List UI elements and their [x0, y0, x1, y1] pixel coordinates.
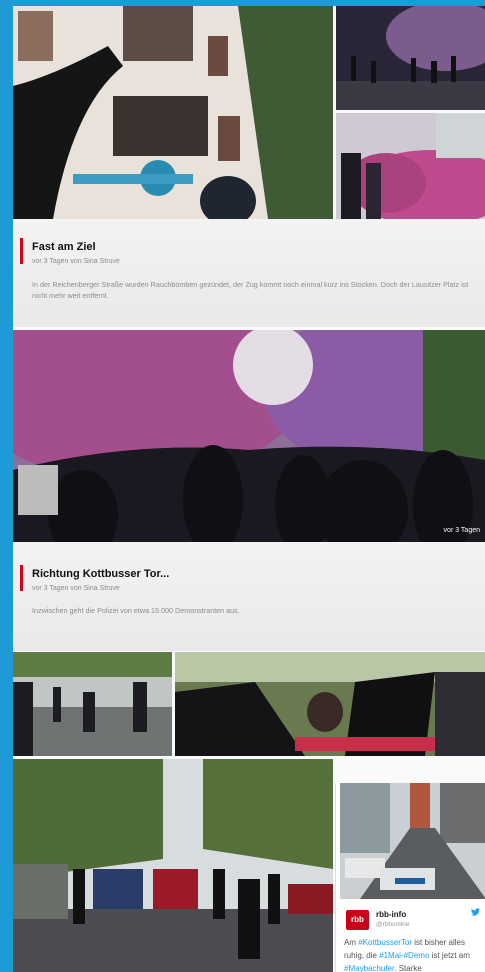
photo-police-vans[interactable] — [13, 759, 333, 972]
post-title[interactable]: Fast am Ziel — [32, 241, 96, 253]
tweet-author-handle[interactable]: @rbbonline — [376, 921, 409, 928]
post-meta: vor 3 Tagen von Sina Struve — [32, 258, 120, 265]
police-vans-photo — [13, 759, 333, 972]
photo-police-street[interactable] — [13, 652, 172, 756]
photo-black-flags[interactable] — [175, 652, 485, 756]
tweet-street-photo — [340, 783, 485, 899]
police-street-photo — [13, 652, 172, 756]
photo-crowd-smoke[interactable]: vor 3 Tagen — [13, 330, 485, 542]
black-flags-photo — [175, 652, 485, 756]
twitter-bird-icon[interactable] — [471, 908, 480, 918]
liveblog-feed: Fast am Ziel vor 3 Tagen von Sina Struve… — [13, 6, 485, 972]
photo-building-balcony[interactable] — [13, 6, 333, 219]
embedded-tweet[interactable]: rbb rbb-info @rbbonline Am #KottbusserTo… — [335, 783, 485, 972]
post-body: Inzwischen geht die Polizei von etwa 15.… — [32, 606, 240, 615]
hashtag-link[interactable]: #Demo — [404, 951, 430, 960]
tweet-text-part: Am — [344, 938, 359, 947]
photo-street-night[interactable] — [336, 6, 485, 110]
post-title[interactable]: Richtung Kottbusser Tor... — [32, 568, 169, 580]
post-card: Fast am Ziel vor 3 Tagen von Sina Struve… — [13, 219, 485, 327]
crowd-smoke-photo — [13, 330, 485, 542]
photo-pink-smoke[interactable] — [336, 113, 485, 219]
hashtag-link[interactable]: #1Mai — [379, 951, 401, 960]
post-accent-bar — [20, 565, 23, 591]
hashtag-link[interactable]: #KottbusserTor — [358, 938, 412, 947]
pink-smoke-photo — [336, 113, 485, 219]
tweet-text-part: ist jetzt am — [429, 951, 470, 960]
photo-timestamp: vor 3 Tagen — [443, 527, 480, 534]
tweet-text-part: . Starke — [394, 964, 422, 972]
rbb-logo: rbb — [346, 910, 369, 930]
tweet-author-name[interactable]: rbb-info — [376, 910, 406, 919]
post-card: Richtung Kottbusser Tor... vor 3 Tagen v… — [13, 542, 485, 651]
tweet-image[interactable] — [340, 783, 485, 899]
tweet-text: Am #KottbusserTor ist bisher alles ruhig… — [344, 936, 482, 972]
hashtag-link[interactable]: #Maybachufer — [344, 964, 394, 972]
post-meta: vor 3 Tagen von Sina Struve — [32, 585, 120, 592]
street-night-photo — [336, 6, 485, 110]
building-photo — [13, 6, 333, 219]
post-body: In der Reichenberger Straße wurden Rauch… — [32, 280, 469, 300]
post-accent-bar — [20, 238, 23, 264]
